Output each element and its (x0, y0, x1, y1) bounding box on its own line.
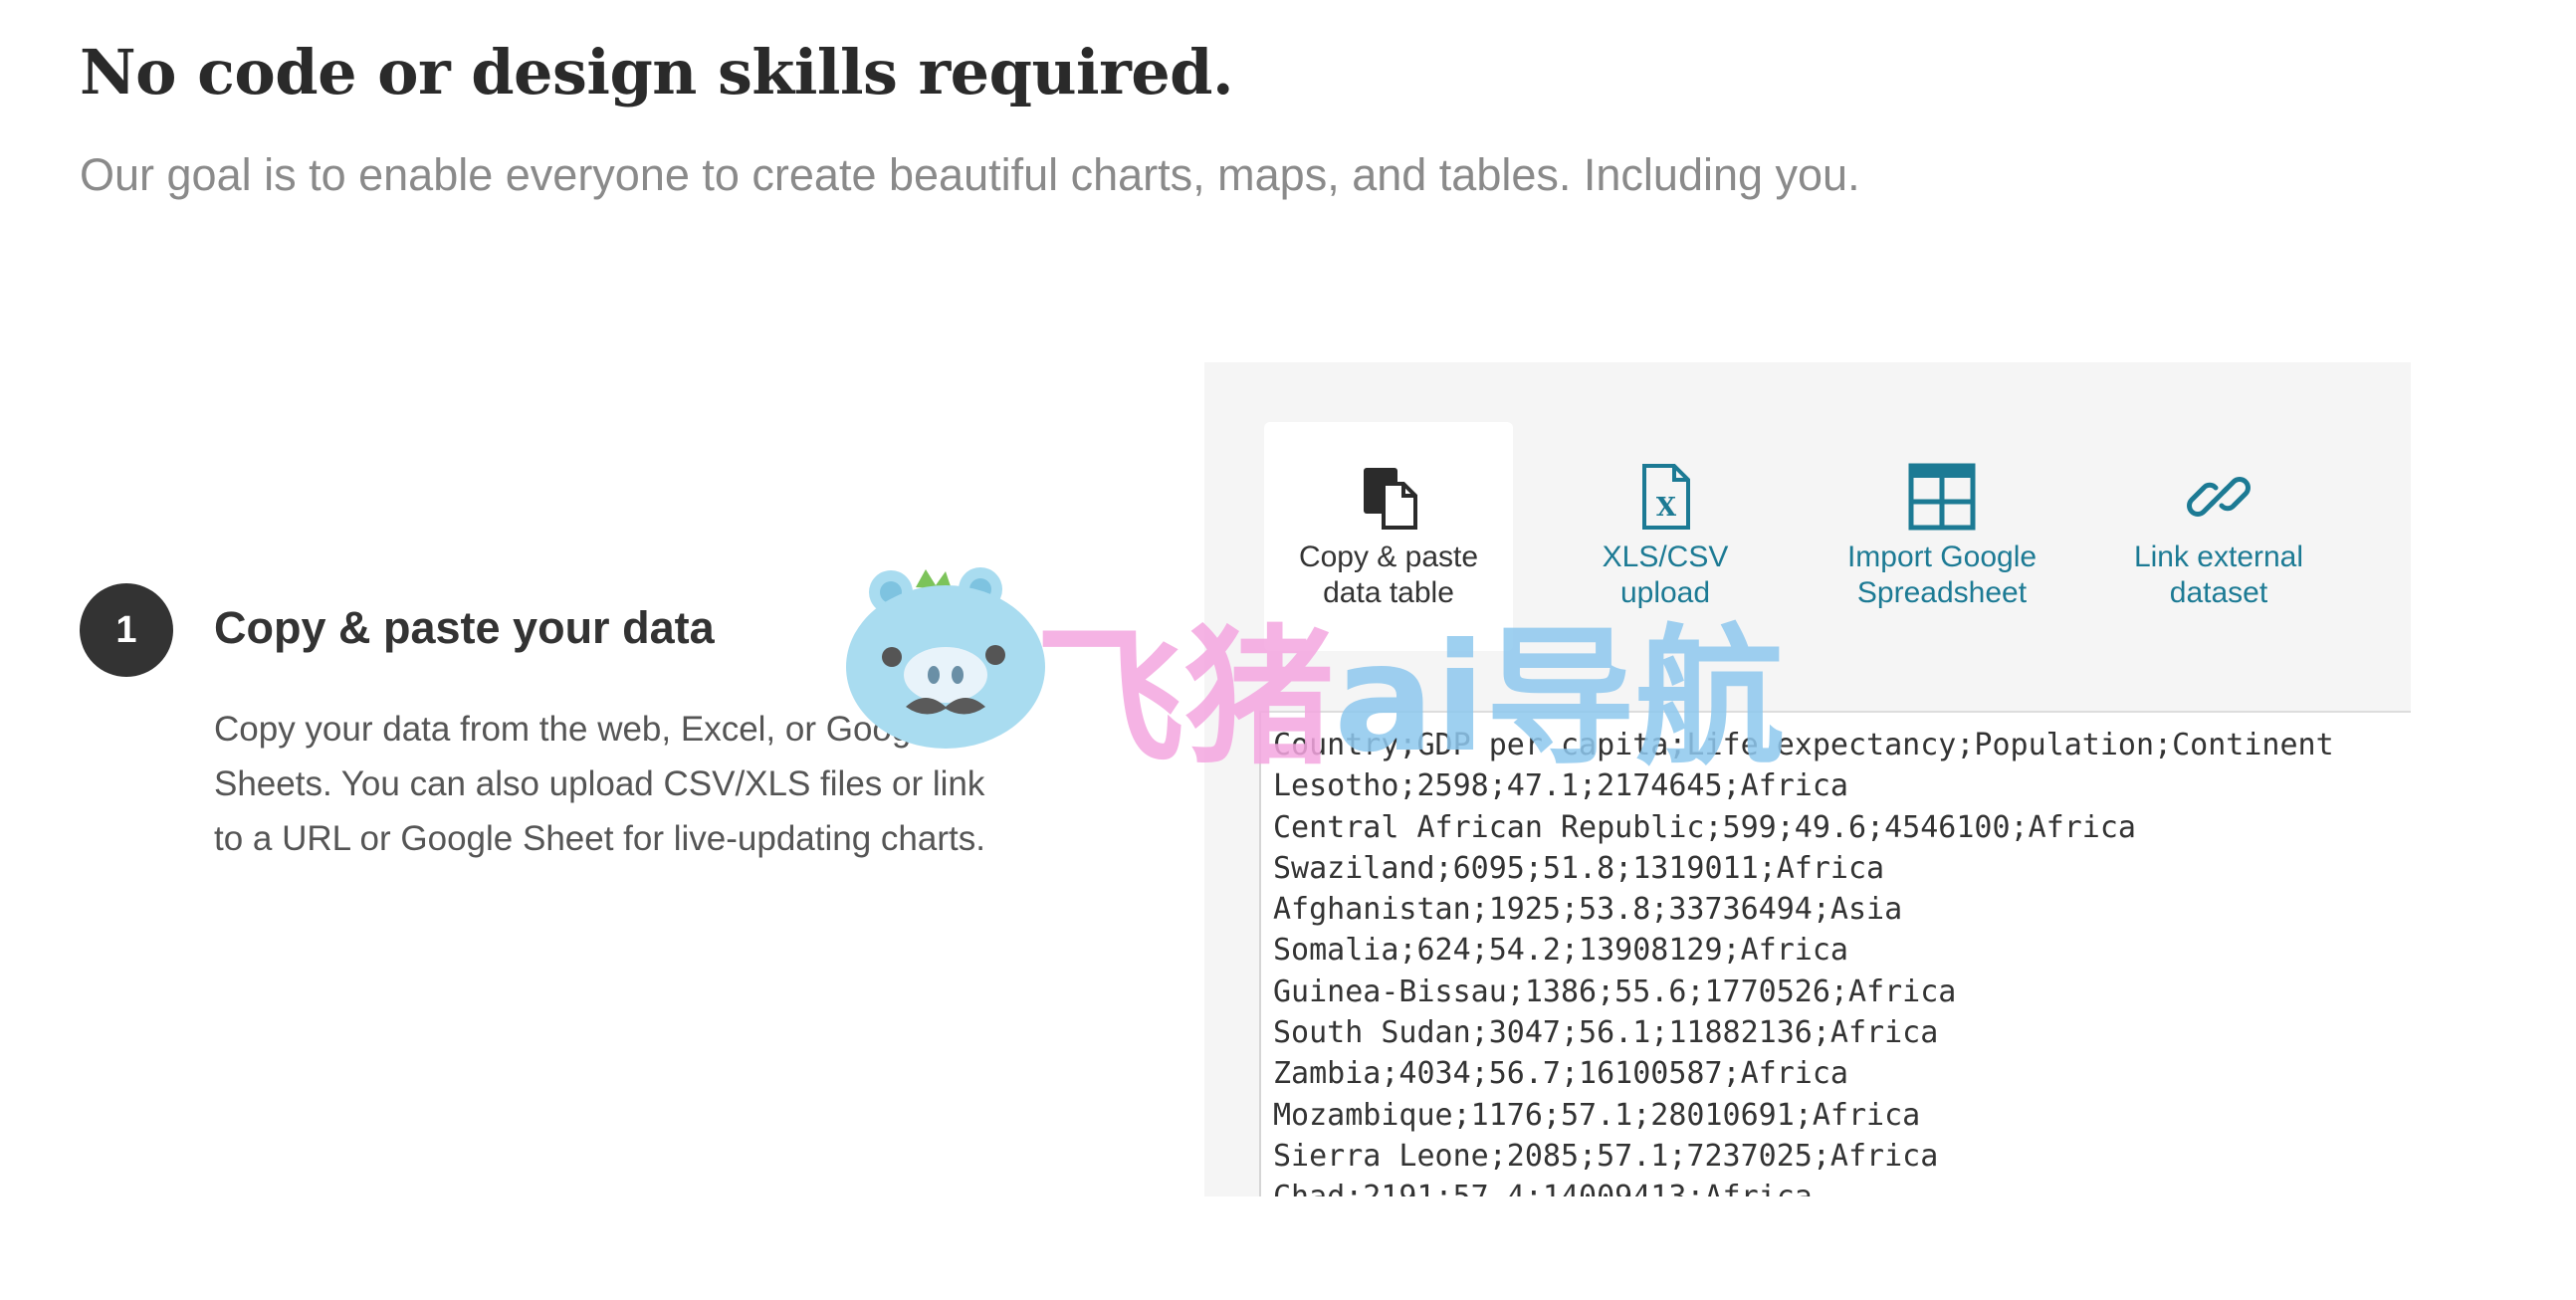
copy-paste-icon (1364, 468, 1417, 530)
link-icon (2187, 477, 2251, 517)
page-subheading: Our goal is to enable everyone to create… (80, 149, 1860, 200)
data-line: Mozambique;1176;57.1;28010691;Africa (1273, 1097, 1921, 1133)
data-textarea[interactable]: Country;GDP per capita;Life expectancy;P… (1259, 713, 2411, 1196)
tab-label: Import Google Spreadsheet (1846, 541, 2038, 609)
table-grid-icon (1908, 463, 1976, 531)
step-number-badge: 1 (80, 583, 173, 677)
svg-text:X: X (1656, 493, 1677, 523)
data-line: South Sudan;3047;56.1;11882136;Africa (1273, 1015, 1939, 1051)
data-line: Country;GDP per capita;Life expectancy;P… (1273, 728, 2334, 762)
tab-link-external-dataset[interactable]: Link external dataset (2094, 422, 2343, 651)
data-line: Lesotho;2598;47.1;2174645;Africa (1273, 768, 1848, 804)
tab-xls-csv-upload[interactable]: X XLS/CSV upload (1541, 422, 1790, 651)
tab-label: XLS/CSV upload (1602, 541, 1729, 609)
data-input-panel: Copy & paste data table X XLS/CSV upload… (1204, 362, 2411, 1196)
xls-file-icon: X (1642, 464, 1690, 530)
tab-label: Copy & paste data table (1298, 541, 1479, 609)
step-description: Copy your data from the web, Excel, or G… (214, 710, 985, 858)
data-line: Zambia;4034;56.7;16100587;Africa (1273, 1056, 1848, 1092)
data-line: Central African Republic;599;49.6;454610… (1273, 809, 2136, 845)
tab-label: Link external dataset (2133, 541, 2304, 609)
data-line: Swaziland;6095;51.8;1319011;Africa (1273, 850, 1885, 886)
data-line: Sierra Leone;2085;57.1;7237025;Africa (1273, 1138, 1939, 1174)
tab-copy-paste[interactable]: Copy & paste data table (1264, 422, 1513, 651)
page-headline: No code or design skills required. (80, 36, 1234, 108)
step-title: Copy & paste your data (214, 602, 715, 653)
data-line: Afghanistan;1925;53.8;33736494;Asia (1273, 892, 1903, 928)
data-line: Guinea-Bissau;1386;55.6;1770526;Africa (1273, 974, 1957, 1009)
data-line: Somalia;624;54.2;13908129;Africa (1273, 933, 1848, 969)
data-line: Chad;2191;57.4;14009413;Africa (1273, 1177, 2411, 1196)
tab-import-google-spreadsheet[interactable]: Import Google Spreadsheet (1818, 422, 2066, 651)
